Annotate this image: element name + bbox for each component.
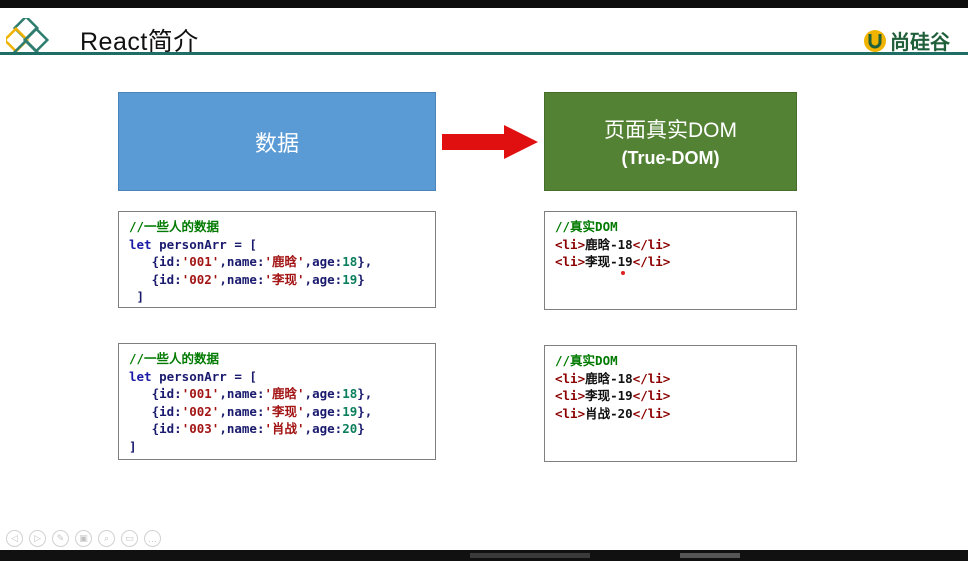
code-close: ] — [129, 438, 137, 454]
true-dom-title: 页面真实DOM — [604, 119, 737, 142]
subtitles-button[interactable]: ▭ — [121, 530, 138, 547]
code-keyword: let — [129, 368, 152, 384]
data-box: 数据 — [118, 92, 436, 191]
right-arrow-icon — [442, 125, 538, 159]
slides-overview-button[interactable]: ▣ — [75, 530, 92, 547]
data-code-block-initial: //一些人的数据 let personArr = [ {id:'001',nam… — [118, 211, 436, 308]
list-item: 李现-19 — [585, 388, 633, 403]
more-options-button[interactable]: … — [144, 530, 161, 547]
pen-tool-button[interactable]: ✎ — [52, 530, 69, 547]
previous-slide-button[interactable]: ◁ — [6, 530, 23, 547]
taskbar-segment — [680, 553, 740, 558]
true-dom-subtitle: (True-DOM) — [621, 148, 720, 168]
list-item: 肖战-20 — [585, 405, 633, 421]
slide-content: 数据 页面真实DOM (True-DOM) //一些人的数据 let perso… — [0, 55, 968, 550]
list-item: 李现-19 — [585, 254, 633, 269]
next-slide-button[interactable]: ▷ — [29, 530, 46, 547]
slide-header: React简介 尚硅谷 — [0, 8, 968, 62]
window-bottom-strip — [0, 550, 968, 561]
data-box-label: 数据 — [254, 130, 299, 156]
taskbar-segment — [470, 553, 590, 558]
data-code-block-updated: //一些人的数据 let personArr = [ {id:'001',nam… — [118, 343, 436, 460]
code-keyword: let — [129, 236, 152, 252]
code-comment: //真实DOM — [555, 353, 618, 368]
code-comment: //一些人的数据 — [129, 351, 220, 366]
brand-logo: 尚硅谷 — [863, 26, 950, 55]
code-comment: //真实DOM — [555, 219, 618, 234]
code-declaration: personArr = [ — [151, 368, 257, 384]
brand-mark-icon — [864, 29, 886, 52]
code-close: ] — [129, 289, 145, 304]
window-top-strip — [0, 0, 968, 8]
brand-name: 尚硅谷 — [890, 32, 950, 54]
dom-code-block-updated: //真实DOM <li>鹿晗-18</li> <li>李现-19</li> <l… — [544, 345, 797, 462]
list-item: 鹿晗-18 — [585, 370, 633, 386]
laser-pointer-dot — [621, 271, 625, 275]
code-comment: //一些人的数据 — [129, 219, 220, 234]
list-item: 鹿晗-18 — [585, 236, 633, 252]
code-declaration: personArr = [ — [151, 236, 257, 252]
dom-code-block-initial: //真实DOM <li>鹿晗-18</li> <li>李现-19</li> — [544, 211, 797, 310]
true-dom-box: 页面真实DOM (True-DOM) — [544, 92, 797, 191]
zoom-button[interactable]: ⌕ — [98, 530, 115, 547]
slideshow-toolbar: ◁ ▷ ✎ ▣ ⌕ ▭ … — [6, 530, 161, 548]
